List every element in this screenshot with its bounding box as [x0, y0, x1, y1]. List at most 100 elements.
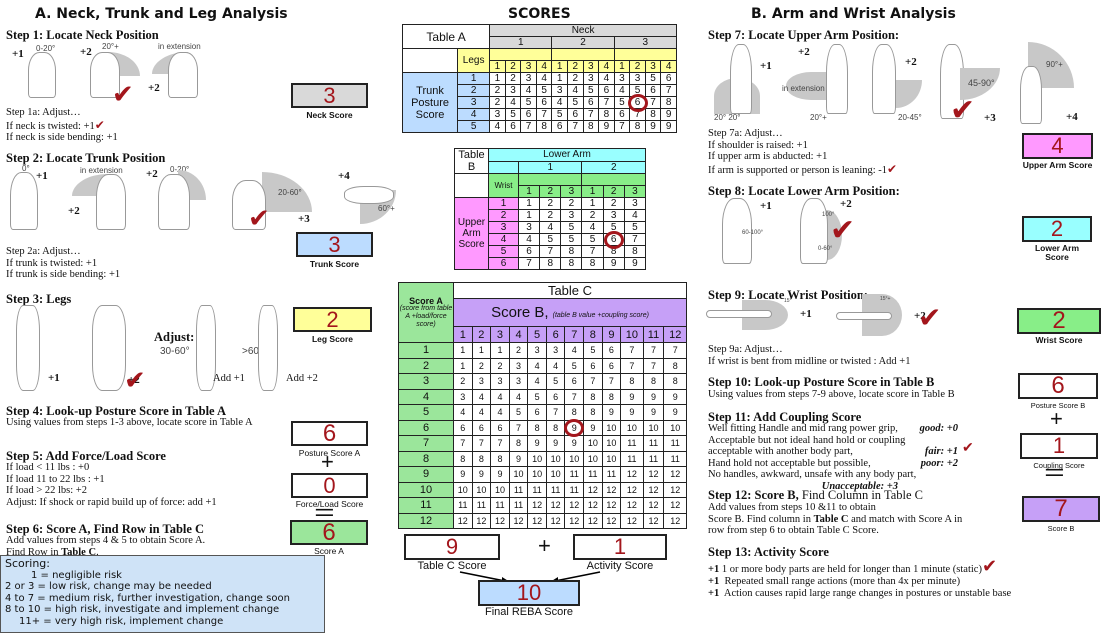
wrist-col: 2: [539, 185, 562, 198]
trunk-row-header: 2: [457, 84, 491, 97]
score-a-row-header: 12: [398, 512, 454, 529]
fig-score: +1: [36, 170, 48, 182]
wrist-col: 3: [623, 185, 647, 198]
table-c-cell: 11: [642, 435, 665, 452]
table-a-cell: 8: [660, 96, 677, 109]
upper-arm-figure-3: [872, 44, 896, 114]
table-c-cell: 2: [508, 342, 529, 359]
step2a-adjust: Step 2a: Adjust… If trunk is twisted: +1…: [6, 246, 120, 281]
coupling-text: No handles, awkward, unsafe with any bod…: [708, 469, 917, 480]
table-a-cell: 3: [582, 72, 600, 85]
table-c-cell: 10: [564, 450, 585, 467]
blank-cell: [401, 48, 459, 73]
score-a-row-header: 10: [398, 481, 454, 498]
lower-arm-header: Lower Arm: [488, 148, 646, 162]
table-a-cell: 6: [566, 108, 584, 121]
neck-group: 3: [613, 36, 678, 49]
table-a-cell: 1: [489, 72, 506, 85]
table-b-cell: 4: [623, 209, 647, 222]
table-c-cell: 10: [620, 419, 644, 436]
equals-sign: =: [1044, 460, 1065, 485]
scoring-line: 1 = negligible risk: [31, 569, 122, 581]
table-c-cell: 12: [642, 481, 665, 498]
lower-arm-group: 2: [581, 160, 646, 174]
table-b-cell: 1: [517, 197, 541, 210]
table-c-cell: 8: [601, 388, 622, 405]
final-reba-score-label: Final REBA Score: [484, 606, 574, 618]
table-a-cell: 3: [504, 84, 522, 97]
angle-label: 45-90°: [968, 78, 995, 88]
angle-label: 20° 20°: [714, 113, 741, 122]
trunk-row-header: 4: [457, 108, 491, 121]
check-icon: ✔: [94, 117, 105, 132]
coupling-rating: good: +0: [919, 423, 958, 434]
adjust-line: If trunk is twisted: +1: [6, 257, 98, 269]
table-a-cell: 7: [535, 108, 553, 121]
table-c-cell: 3: [471, 373, 492, 390]
table-b-cell: 4: [517, 233, 541, 246]
score-a-row-header: 9: [398, 466, 454, 483]
table-b-cell: 5: [539, 233, 562, 246]
fig-score: +1: [48, 372, 60, 384]
step10-heading: Step 10: Look-up Posture Score in Table …: [708, 375, 935, 389]
table-a-cell: 8: [629, 120, 646, 133]
coupling-line: Acceptable but not ideal hand hold or co…: [708, 435, 978, 447]
table-a-cell: 6: [598, 84, 615, 97]
angle-label: 20°+: [810, 113, 827, 122]
table-c-cell: 5: [564, 357, 585, 374]
table-c-cell: 9: [620, 388, 644, 405]
table-c-cell: 4: [508, 388, 529, 405]
neck-group: 1: [489, 36, 553, 49]
blank-cell: [454, 173, 489, 198]
table-a-cell: 8: [644, 108, 662, 121]
angle-label: 60°+: [378, 204, 395, 213]
fig-score: +3: [298, 213, 310, 225]
table-a-cell: 8: [535, 120, 553, 133]
fig-score: +1: [800, 308, 812, 320]
legs-col: 4: [660, 60, 677, 73]
neck-score-label: Neck Score: [306, 110, 353, 120]
table-c-cell: 2: [471, 357, 492, 374]
activity-text: 1 or more body parts are held for longer…: [721, 564, 982, 575]
score-a-row-header: 3: [398, 373, 454, 390]
table-b-cell: 3: [623, 197, 647, 210]
adjust-line: Step 7a: Adjust…: [708, 128, 783, 139]
table-c-cell: 12: [471, 512, 492, 529]
table-c-cell: 3: [490, 373, 510, 390]
score-a-row-header: 6: [398, 419, 454, 436]
table-b-cell: 2: [581, 209, 604, 222]
table-c-cell: 4: [490, 388, 510, 405]
leg-score-label: Leg Score: [311, 334, 354, 344]
table-b-cell: 4: [539, 221, 562, 234]
fig-score: +2: [80, 46, 92, 58]
table-a-cell: 9: [660, 120, 677, 133]
table-c-cell: 9: [663, 388, 687, 405]
table-b-cell: 2: [560, 197, 583, 210]
legs-col: 1: [489, 60, 506, 73]
table-c-cell: 10: [642, 419, 665, 436]
neck-group: 2: [551, 36, 615, 49]
table-c-cell: 7: [583, 373, 603, 390]
table-c-cell: 8: [663, 357, 687, 374]
table-a: Table A Neck 1 2 3 Legs 1 2 3 4 1 2 3 4 1 2 3 4 Trunk Post…: [401, 24, 678, 133]
table-a-cell: 5: [551, 108, 568, 121]
table-c-cell: 11: [453, 497, 473, 514]
table-a-cell: 8: [598, 108, 615, 121]
check-icon: ✔: [918, 301, 942, 334]
table-c-cell: 7: [642, 342, 665, 359]
table-c-cell: 2: [453, 373, 473, 390]
table-a-cell: 4: [489, 120, 506, 133]
table-a-cell: 6: [644, 84, 662, 97]
table-a-cell: 6: [520, 108, 537, 121]
activity-text: Action causes rapid large range changes …: [723, 587, 1012, 599]
trunk-label: Trunk Posture Score: [401, 72, 459, 133]
scoring-line: 4 to 7 = medium risk, further investigat…: [5, 592, 290, 604]
table-c-cell: 4: [564, 342, 585, 359]
table-c-cell: 7: [620, 357, 644, 374]
table-b-cell: 5: [623, 221, 647, 234]
table-c-cell: 5: [545, 373, 566, 390]
table-b-cell: 4: [581, 221, 604, 234]
table-b-cell: 1: [517, 209, 541, 222]
trunk-score-box: 3: [296, 232, 373, 257]
lower-arm-score-label: Lower Arm Score: [1034, 243, 1080, 262]
